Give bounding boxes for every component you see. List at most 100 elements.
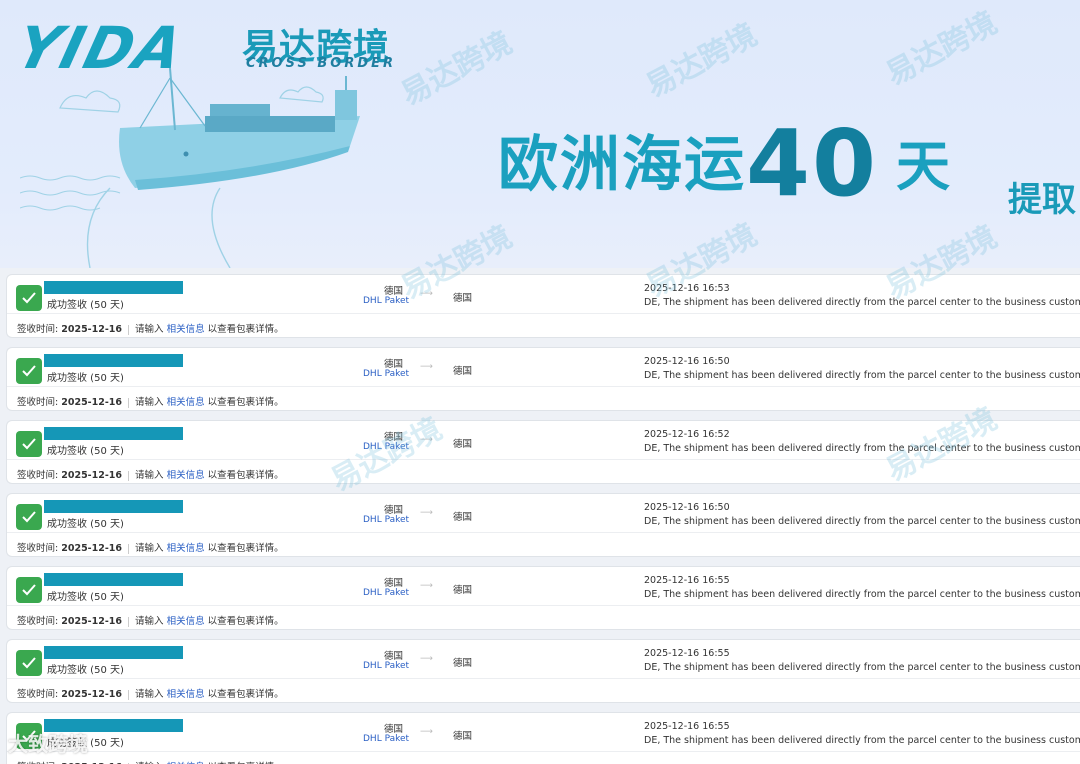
delivery-status: 成功签收 (50 天) [47,300,124,311]
prompt-text: 请输入 [135,616,164,627]
delivery-status: 成功签收 (50 天) [47,519,124,530]
carrier-link[interactable]: DHL Paket [363,588,409,598]
tracking-number-redacted [44,427,183,440]
destination-country: 德国 [453,585,473,596]
shipment-card[interactable]: 成功签收 (50 天) 德国 DHL Paket ⟶ 德国 2025-12-16… [6,639,1080,703]
sign-time-label: 签收时间: [17,689,59,700]
route-arrow-icon: ⟶ [420,508,433,518]
event-time: 2025-12-16 16:55 [644,575,730,586]
event-description: DE, The shipment has been delivered dire… [644,735,1080,746]
related-info-link[interactable]: 相关信息 [167,324,205,335]
related-info-link[interactable]: 相关信息 [167,543,205,554]
shipment-card[interactable]: 成功签收 (50 天) 德国 DHL Paket ⟶ 德国 2025-12-16… [6,274,1080,338]
card-footer: 签收时间: 2025-12-16请输入 相关信息 以查看包裹详情。 [17,467,284,481]
event-time: 2025-12-16 16:55 [644,721,730,732]
card-footer: 签收时间: 2025-12-16请输入 相关信息 以查看包裹详情。 [17,759,284,764]
event-time: 2025-12-16 16:50 [644,502,730,513]
prompt-text: 请输入 [135,689,164,700]
sign-time-value: 2025-12-16 [61,543,123,554]
separator [128,543,130,554]
origin-country: 德国 [384,651,404,662]
prompt-suffix: 以查看包裹详情。 [207,543,284,554]
separator [128,324,130,335]
sign-time-label: 签收时间: [17,397,59,408]
carrier-link[interactable]: DHL Paket [363,734,409,744]
divider [7,678,1080,679]
route-arrow-icon: ⟶ [420,654,433,664]
divider [7,459,1080,460]
event-description: DE, The shipment has been delivered dire… [644,662,1080,673]
headline-number: 40 [746,110,879,217]
card-footer: 签收时间: 2025-12-16请输入 相关信息 以查看包裹详情。 [17,321,284,335]
divider [7,313,1080,314]
cargo-ship-illustration [20,68,360,268]
divider [7,605,1080,606]
check-icon [16,504,42,530]
sign-time-label: 签收时间: [17,470,59,481]
carrier-link[interactable]: DHL Paket [363,515,409,525]
event-description: DE, The shipment has been delivered dire… [644,370,1080,381]
destination-country: 德国 [453,658,473,669]
prompt-text: 请输入 [135,543,164,554]
prompt-text: 请输入 [135,470,164,481]
prompt-text: 请输入 [135,324,164,335]
event-time: 2025-12-16 16:50 [644,356,730,367]
carrier-link[interactable]: DHL Paket [363,661,409,671]
carrier-link[interactable]: DHL Paket [363,296,409,306]
event-time: 2025-12-16 16:53 [644,283,730,294]
related-info-link[interactable]: 相关信息 [167,470,205,481]
headline-text: 欧洲海运 [498,130,746,200]
delivery-status: 成功签收 (50 天) [47,665,124,676]
shipment-card[interactable]: 成功签收 (50 天) 德国 DHL Paket ⟶ 德国 2025-12-16… [6,493,1080,557]
shipment-card[interactable]: 成功签收 (50 天) 德国 DHL Paket ⟶ 德国 2025-12-16… [6,566,1080,630]
origin-country: 德国 [384,578,404,589]
tracking-number-redacted [44,500,183,513]
check-icon [16,577,42,603]
carrier-link[interactable]: DHL Paket [363,369,409,379]
tracking-number-redacted [44,354,183,367]
origin-country: 德国 [384,432,404,443]
card-footer: 签收时间: 2025-12-16请输入 相关信息 以查看包裹详情。 [17,686,284,700]
origin-country: 德国 [384,724,404,735]
delivery-status: 成功签收 (50 天) [47,373,124,384]
related-info-link[interactable]: 相关信息 [167,397,205,408]
promo-banner: YIDA 易达跨境 CROSS BORDER 欧洲海运40 天 提取 [0,0,1080,268]
origin-country: 德国 [384,359,404,370]
related-info-link[interactable]: 相关信息 [167,616,205,627]
event-description: DE, The shipment has been delivered dire… [644,297,1080,308]
sign-time-label: 签收时间: [17,616,59,627]
route-arrow-icon: ⟶ [420,435,433,445]
separator [128,397,130,408]
carrier-link[interactable]: DHL Paket [363,442,409,452]
destination-country: 德国 [453,293,473,304]
card-footer: 签收时间: 2025-12-16请输入 相关信息 以查看包裹详情。 [17,613,284,627]
sign-time-value: 2025-12-16 [61,689,123,700]
event-time: 2025-12-16 16:55 [644,648,730,659]
destination-country: 德国 [453,439,473,450]
check-icon [16,285,42,311]
event-description: DE, The shipment has been delivered dire… [644,589,1080,600]
separator [128,470,130,481]
shipment-card[interactable]: 成功签收 (50 天) 德国 DHL Paket ⟶ 德国 2025-12-16… [6,420,1080,484]
headline: 欧洲海运40 天 [498,100,952,217]
divider [7,532,1080,533]
destination-country: 德国 [453,731,473,742]
related-info-link[interactable]: 相关信息 [167,689,205,700]
delivery-status: 成功签收 (50 天) [47,446,124,457]
origin-country: 德国 [384,286,404,297]
prompt-suffix: 以查看包裹详情。 [207,324,284,335]
prompt-suffix: 以查看包裹详情。 [207,397,284,408]
destination-country: 德国 [453,512,473,523]
tracking-number-redacted [44,281,183,294]
route-arrow-icon: ⟶ [420,289,433,299]
shipment-card[interactable]: 成功签收 (50 天) 德国 DHL Paket ⟶ 德国 2025-12-16… [6,347,1080,411]
check-icon [16,358,42,384]
route-arrow-icon: ⟶ [420,727,433,737]
origin-country: 德国 [384,505,404,516]
destination-country: 德国 [453,366,473,377]
event-time: 2025-12-16 16:52 [644,429,730,440]
sign-time-value: 2025-12-16 [61,470,123,481]
shipment-card[interactable]: 成功签收 (50 天) 德国 DHL Paket ⟶ 德国 2025-12-16… [6,712,1080,764]
sign-time-value: 2025-12-16 [61,616,123,627]
card-footer: 签收时间: 2025-12-16请输入 相关信息 以查看包裹详情。 [17,540,284,554]
